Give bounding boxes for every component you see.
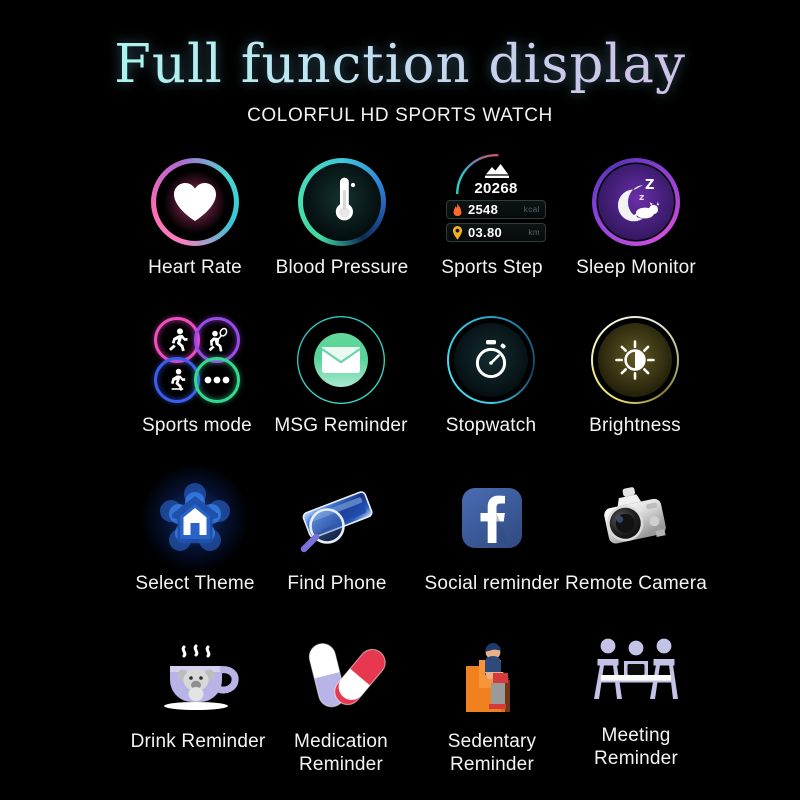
feature-medication-reminder[interactable]: Medication Reminder: [266, 628, 416, 776]
badminton-glyph: [208, 327, 228, 352]
feature-row-1: Heart Rate Blood Pressure 20268 2548 kca…: [0, 140, 800, 300]
camera-glyph: [604, 487, 666, 544]
sports-quad-icon: [149, 312, 245, 408]
feature-stopwatch[interactable]: Stopwatch: [416, 312, 566, 437]
steps-value: 20268: [474, 180, 518, 197]
feature-remote-camera[interactable]: Remote Camera: [561, 470, 711, 595]
feature-select-theme[interactable]: Select Theme: [120, 463, 270, 595]
feature-label: Sedentary Reminder: [447, 731, 537, 775]
moon-cat-glyph: Z z: [618, 178, 659, 222]
person-armchair-icon: [444, 628, 540, 724]
ellipsis-glyph: [204, 376, 230, 384]
feature-drink-reminder[interactable]: Drink Reminder: [123, 628, 273, 753]
phone-magnifier-icon: [289, 470, 385, 566]
distance-value: 03.80: [468, 225, 503, 240]
page-subtitle: COLORFUL HD SPORTS WATCH: [247, 105, 553, 126]
shoe-icon: [485, 164, 509, 178]
theme-flower-glyph: [160, 483, 230, 551]
map-pin-icon: [452, 225, 463, 240]
stopwatch-icon: [443, 312, 539, 408]
feature-label: Remote Camera: [565, 573, 707, 594]
heart-icon: [147, 154, 243, 250]
distance-row: 03.80 km: [446, 223, 546, 242]
teacup-glyph: [164, 644, 239, 710]
step-gauge-icon: 20268 2548 kcal 03.80 km: [444, 154, 546, 250]
dslr-camera-icon: [588, 470, 684, 566]
feature-meeting-reminder[interactable]: Meeting Reminder: [561, 622, 711, 770]
feature-label: Select Theme: [135, 573, 255, 594]
promo-poster: Full function display COLORFUL HD SPORTS…: [0, 0, 800, 800]
feature-row-3: Select Theme Find Phone Social reminder …: [0, 460, 800, 620]
distance-unit: km: [528, 228, 540, 237]
capsules-glyph: [308, 643, 386, 708]
skating-glyph: [171, 368, 186, 391]
more-dots-icon: [194, 357, 240, 403]
feature-label: Sports Step: [441, 257, 543, 278]
home-flower-icon: [140, 463, 250, 573]
stopwatch-glyph: [475, 340, 507, 379]
feature-grid: Heart Rate Blood Pressure 20268 2548 kca…: [0, 140, 800, 780]
feature-label: Find Phone: [287, 573, 387, 594]
feature-label: MSG Reminder: [274, 415, 408, 436]
calories-row: 2548 kcal: [446, 200, 546, 219]
feature-label: Medication Reminder: [294, 731, 388, 775]
sun-contrast-glyph: [615, 340, 655, 380]
calories-value: 2548: [468, 202, 499, 217]
thermometer-glyph: [335, 177, 356, 221]
envelope-icon: [293, 312, 389, 408]
feature-label: Blood Pressure: [275, 257, 409, 278]
svg-text:z: z: [639, 193, 644, 203]
running-glyph: [169, 328, 188, 352]
moon-sleep-icon: Z z: [588, 154, 684, 250]
feature-brightness[interactable]: Brightness: [560, 312, 710, 437]
feature-find-phone[interactable]: Find Phone: [262, 470, 412, 595]
brightness-sun-icon: [587, 312, 683, 408]
heart-glyph: [174, 183, 216, 221]
feature-label: Heart Rate: [148, 257, 242, 278]
feature-label: Sleep Monitor: [576, 257, 696, 278]
page-title: Full function display: [0, 36, 800, 94]
facebook-f-glyph: [480, 495, 508, 543]
flame-icon: [453, 202, 462, 216]
svg-text:Z: Z: [645, 178, 654, 193]
facebook-icon: [444, 470, 540, 566]
feature-row-2: Sports mode MSG Reminder Stopwatch Brigh…: [0, 300, 800, 460]
calories-unit: kcal: [523, 205, 540, 214]
envelope-glyph: [321, 347, 361, 373]
feature-label: Social reminder: [424, 573, 560, 594]
feature-sleep-monitor[interactable]: Z z Sleep Monitor: [561, 154, 711, 279]
feature-social-reminder[interactable]: Social reminder: [417, 470, 567, 595]
find-phone-glyph: [300, 491, 373, 553]
pills-icon: [293, 628, 389, 724]
feature-label: Brightness: [589, 415, 681, 436]
feature-label: Drink Reminder: [130, 731, 266, 752]
teacup-koala-icon: [150, 628, 246, 724]
sedentary-glyph: [466, 643, 510, 712]
feature-heart-rate[interactable]: Heart Rate: [120, 154, 270, 279]
feature-row-4: Drink Reminder Medication Reminder Seden…: [0, 620, 800, 780]
feature-sports-mode[interactable]: Sports mode: [122, 312, 272, 437]
feature-sports-step[interactable]: 20268 2548 kcal 03.80 km Sports Step: [417, 154, 567, 279]
feature-label: Meeting Reminder: [594, 725, 678, 769]
feature-blood-pressure[interactable]: Blood Pressure: [267, 154, 417, 279]
feature-label: Sports mode: [142, 415, 252, 436]
meeting-glyph: [594, 638, 678, 699]
feature-sedentary-reminder[interactable]: Sedentary Reminder: [417, 628, 567, 776]
feature-msg-reminder[interactable]: MSG Reminder: [266, 312, 416, 437]
thermometer-icon: [294, 154, 390, 250]
feature-label: Stopwatch: [445, 415, 537, 436]
meeting-table-icon: [588, 622, 684, 718]
